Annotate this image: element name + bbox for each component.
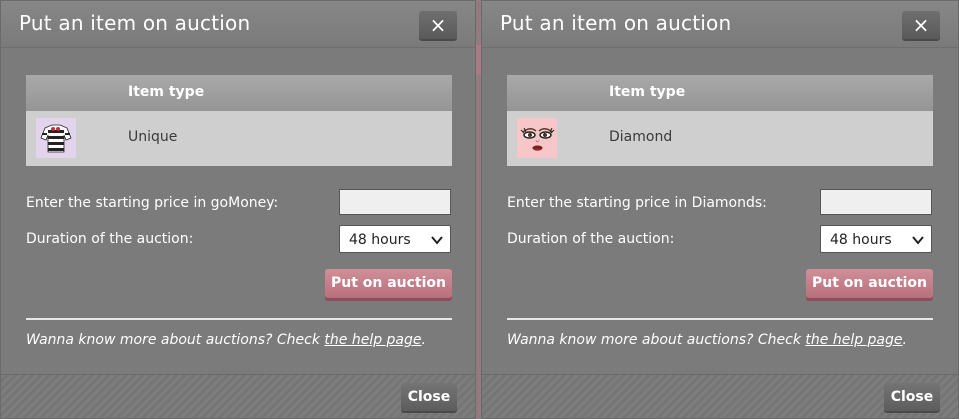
auction-dialog-unique: Put an item on auction × Item type Uniqu… <box>0 0 476 419</box>
help-page-link[interactable]: the help page <box>324 332 421 348</box>
help-text-suffix: . <box>902 332 907 348</box>
starting-price-input[interactable] <box>820 189 932 215</box>
dialog-footer: Close <box>482 374 958 418</box>
duration-label: Duration of the auction: <box>26 231 194 247</box>
dialog-title: Put an item on auction <box>19 11 251 35</box>
table-row: Unique <box>26 111 452 166</box>
item-table: Item type Diamond <box>507 75 933 166</box>
item-type-value: Unique <box>128 129 178 145</box>
dialog-header: Put an item on auction × <box>1 1 475 48</box>
price-label: Enter the starting price in goMoney: <box>26 195 279 211</box>
help-text: Wanna know more about auctions? Check th… <box>26 332 426 348</box>
put-on-auction-button[interactable]: Put on auction <box>325 269 452 298</box>
help-text-suffix: . <box>421 332 426 348</box>
item-type-value: Diamond <box>609 129 673 145</box>
price-label: Enter the starting price in Diamonds: <box>507 195 767 211</box>
table-header: Item type <box>26 75 452 111</box>
dialog-header: Put an item on auction × <box>482 1 958 48</box>
help-page-link[interactable]: the help page <box>805 332 902 348</box>
close-button[interactable]: Close <box>884 383 940 411</box>
striped-sweater-icon <box>36 118 76 158</box>
starting-price-input[interactable] <box>339 189 451 215</box>
auction-dialog-diamond: Put an item on auction × Item type Diamo… <box>481 0 959 419</box>
table-row: Diamond <box>507 111 933 166</box>
help-text-prefix: Wanna know more about auctions? Check <box>26 332 325 348</box>
divider <box>26 318 452 320</box>
item-table: Item type Unique <box>26 75 452 166</box>
help-text-prefix: Wanna know more about auctions? Check <box>507 332 806 348</box>
chevron-down-icon <box>431 236 443 245</box>
duration-value: 48 hours <box>830 232 892 248</box>
duration-label: Duration of the auction: <box>507 231 675 247</box>
column-header-item-type: Item type <box>128 84 205 100</box>
help-text: Wanna know more about auctions? Check th… <box>507 332 907 348</box>
chevron-down-icon <box>912 236 924 245</box>
dialog-footer: Close <box>1 374 475 418</box>
divider <box>507 318 933 320</box>
close-icon[interactable]: × <box>419 11 457 39</box>
dialog-title: Put an item on auction <box>500 11 732 35</box>
duration-select[interactable]: 48 hours <box>339 225 451 253</box>
face-makeup-icon <box>517 118 557 158</box>
close-button[interactable]: Close <box>401 383 457 411</box>
close-icon[interactable]: × <box>902 11 940 39</box>
table-header: Item type <box>507 75 933 111</box>
column-header-item-type: Item type <box>609 84 686 100</box>
put-on-auction-button[interactable]: Put on auction <box>806 269 933 298</box>
duration-select[interactable]: 48 hours <box>820 225 932 253</box>
duration-value: 48 hours <box>349 232 411 248</box>
